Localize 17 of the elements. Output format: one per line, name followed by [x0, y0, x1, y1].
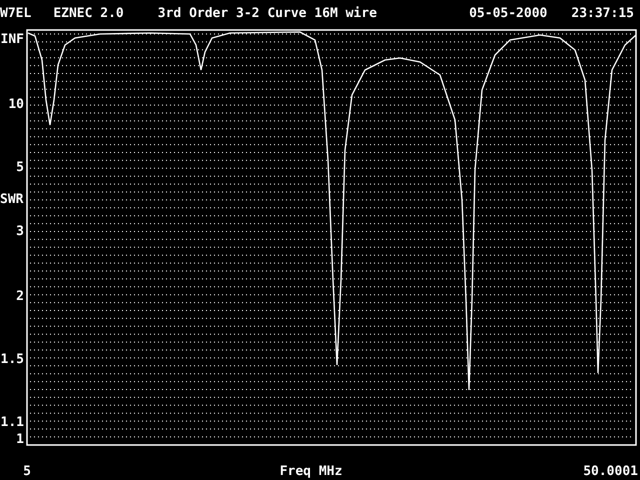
- time-label: 23:37:15: [571, 6, 634, 20]
- y-tick-label: 5: [16, 160, 24, 175]
- y-tick-label: INF: [0, 32, 24, 47]
- y-axis-label: SWR: [0, 192, 24, 207]
- y-tick-label: 1.5: [0, 352, 24, 367]
- date-label: 05-05-2000: [469, 6, 548, 20]
- y-tick-label: 10: [8, 97, 24, 112]
- program-version: EZNEC 2.0: [53, 6, 124, 20]
- chart-title: 3rd Order 3-2 Curve 16M wire: [158, 6, 377, 20]
- x-tick-label: 50.0001: [583, 464, 638, 479]
- y-tick-label: 1.1: [0, 415, 24, 430]
- author-label: W7EL: [0, 6, 32, 20]
- y-tick-label: 2: [16, 289, 24, 304]
- y-tick-label: 3: [16, 224, 24, 239]
- y-tick-label: 1: [16, 432, 24, 447]
- x-axis-label: Freq MHz: [280, 464, 342, 479]
- x-tick-label: 5: [23, 464, 31, 479]
